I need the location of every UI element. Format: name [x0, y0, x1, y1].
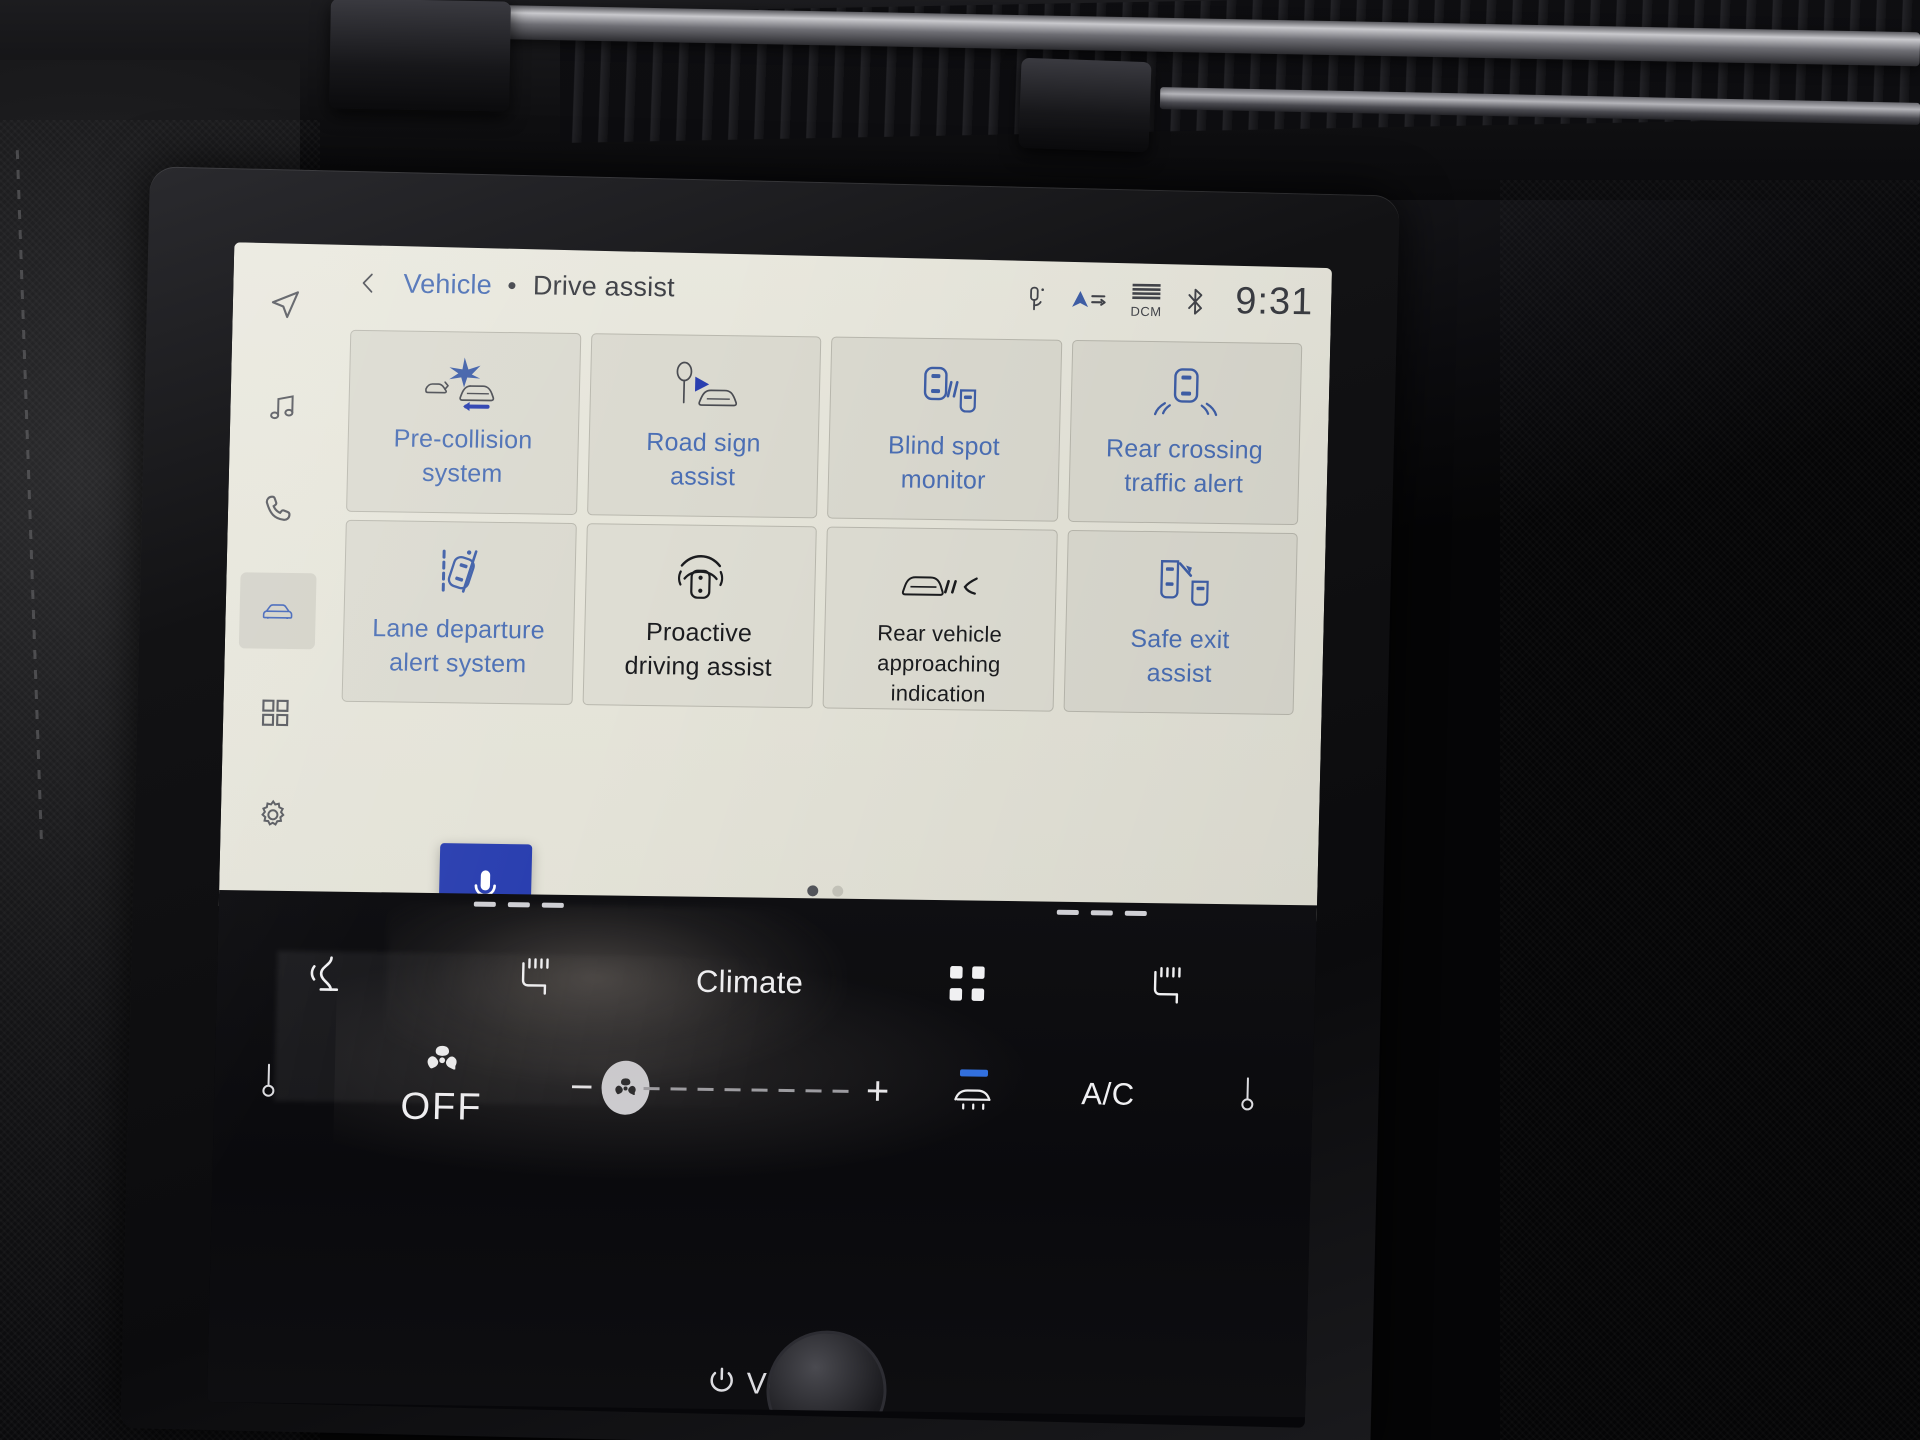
tile-road-sign-assist[interactable]: Road sign assist — [586, 333, 822, 519]
proactive-driving-assist-icon — [654, 545, 747, 608]
grid-apps-icon — [258, 696, 293, 730]
lane-departure-alert-icon — [413, 542, 506, 605]
thermometer-icon — [257, 1059, 280, 1106]
touchscreen-display[interactable]: Vehicle Drive assist DCM 9:31 Pre-collis… — [207, 242, 1333, 1428]
rear-crossing-traffic-alert-icon — [1139, 362, 1232, 425]
microphone-muted-icon — [1021, 284, 1048, 314]
tile-label: Lane departure alert system — [372, 614, 546, 679]
dashboard-right-panel — [1500, 180, 1920, 1440]
clock: 9:31 — [1234, 280, 1314, 324]
sidebar — [219, 242, 339, 907]
temp-left-button[interactable] — [214, 1058, 323, 1106]
sidebar-item-navigation[interactable] — [246, 266, 324, 343]
fan-speed-slider[interactable] — [643, 1086, 849, 1093]
climate-apps-button[interactable] — [866, 959, 1067, 1013]
hvac-dash-right — [1056, 909, 1147, 916]
grid-apps-icon — [943, 960, 990, 1012]
climate-row: Climate — [216, 930, 1316, 1035]
heated-seat-left-button[interactable] — [436, 952, 632, 1008]
fan-off-label: OFF — [400, 1085, 483, 1129]
dcm-label: DCM — [1130, 303, 1162, 319]
road-sign-assist-icon — [658, 355, 751, 418]
thermometer-icon — [1236, 1073, 1259, 1120]
phone-icon — [263, 492, 298, 526]
breadcrumb-current: Drive assist — [532, 269, 676, 302]
minus-label: − — [569, 1064, 594, 1109]
music-note-icon — [265, 390, 300, 424]
tile-proactive-driving-assist[interactable]: Proactive driving assist — [582, 523, 817, 709]
climate-control-bar: Climate OFF − + A/C — [207, 890, 1318, 1418]
temp-right-button[interactable] — [1182, 1072, 1313, 1121]
tile-label: Blind spot monitor — [887, 431, 1001, 495]
rear-defrost-button[interactable] — [913, 1069, 1034, 1117]
tile-rear-vehicle-approaching-indication[interactable]: Rear vehicle approaching indication — [822, 526, 1058, 712]
power-icon — [706, 1365, 737, 1403]
volume-row[interactable]: VOL — [207, 1358, 1306, 1411]
back-button[interactable] — [355, 270, 382, 296]
tile-label: Safe exit assist — [1130, 624, 1230, 688]
rear-vehicle-approaching-icon — [890, 548, 991, 611]
navigation-arrow-icon — [268, 288, 303, 322]
sidebar-item-vehicle[interactable] — [238, 572, 317, 650]
navigation-assist-icon — [1068, 286, 1109, 313]
tile-safe-exit-assist[interactable]: Safe exit assist — [1063, 529, 1298, 716]
sidebar-item-media[interactable] — [244, 368, 322, 445]
fan-decrease-button[interactable]: − — [561, 1064, 602, 1110]
sidebar-item-phone[interactable] — [241, 470, 319, 547]
breadcrumb: Vehicle Drive assist — [403, 268, 675, 303]
tile-rear-crossing-traffic-alert[interactable]: Rear crossing traffic alert — [1067, 339, 1303, 526]
dcm-signal-icon: DCM — [1129, 282, 1164, 319]
fan-icon — [422, 1041, 463, 1083]
gear-icon — [255, 798, 290, 832]
heated-seat-right-button[interactable] — [1066, 960, 1267, 1016]
plus-label: + — [865, 1068, 890, 1113]
sidebar-item-apps[interactable] — [236, 674, 314, 751]
ac-label: A/C — [1081, 1076, 1136, 1112]
safe-exit-assist-icon — [1135, 552, 1228, 615]
pagination-dot-1[interactable] — [807, 885, 819, 897]
fan-slider-track — [643, 1086, 849, 1093]
fan-off-button[interactable]: OFF — [321, 1040, 562, 1131]
tile-label: Rear vehicle approaching indication — [876, 620, 1003, 707]
status-bar: DCM 9:31 — [1021, 277, 1314, 324]
tile-label: Rear crossing traffic alert — [1105, 434, 1264, 499]
hvac-dash-left — [473, 901, 564, 908]
volume-knob[interactable] — [765, 1329, 888, 1418]
fan-increase-button[interactable]: + — [841, 1068, 914, 1114]
climate-label: Climate — [695, 963, 804, 1001]
rear-defrost-icon — [947, 1082, 1000, 1116]
tile-pre-collision-system[interactable]: Pre-collision system — [346, 329, 581, 516]
photo-of-car-infotainment: Vehicle Drive assist DCM 9:31 Pre-collis… — [0, 0, 1920, 1440]
rear-defrost-indicator — [959, 1069, 988, 1077]
fan-control-row: OFF − + A/C — [214, 1038, 1314, 1141]
heated-seat-icon — [508, 953, 561, 1007]
climate-label-button[interactable]: Climate — [632, 963, 868, 1002]
bluetooth-icon — [1184, 285, 1207, 317]
breadcrumb-separator-dot — [508, 281, 516, 289]
blind-spot-monitor-icon — [899, 359, 992, 422]
air-vent-blade-1 — [329, 0, 511, 112]
tile-label: Road sign assist — [646, 427, 762, 492]
air-vent-blade-2 — [1018, 57, 1152, 153]
sidebar-item-settings[interactable] — [234, 776, 312, 853]
pre-collision-icon — [418, 352, 511, 415]
tile-blind-spot-monitor[interactable]: Blind spot monitor — [827, 336, 1062, 522]
seat-ventilation-left-button[interactable] — [216, 948, 437, 1006]
ac-button[interactable]: A/C — [1033, 1075, 1183, 1113]
drive-assist-screen: Vehicle Drive assist DCM 9:31 Pre-collis… — [218, 242, 1333, 937]
breadcrumb-parent[interactable]: Vehicle — [403, 268, 492, 300]
tile-label: Pre-collision system — [393, 424, 533, 488]
infotainment-head-unit: Vehicle Drive assist DCM 9:31 Pre-collis… — [120, 166, 1400, 1440]
tile-label: Proactive driving assist — [624, 617, 773, 682]
heated-seat-icon — [1140, 961, 1193, 1015]
tile-lane-departure-alert-system[interactable]: Lane departure alert system — [341, 519, 577, 705]
car-icon — [260, 594, 295, 628]
seat-ventilation-icon — [300, 949, 353, 1005]
drive-assist-tile-grid: Pre-collision system Road sign assist Bl… — [341, 329, 1303, 716]
pagination-dot-2[interactable] — [832, 885, 844, 897]
main-content: Vehicle Drive assist DCM 9:31 Pre-collis… — [323, 244, 1332, 937]
